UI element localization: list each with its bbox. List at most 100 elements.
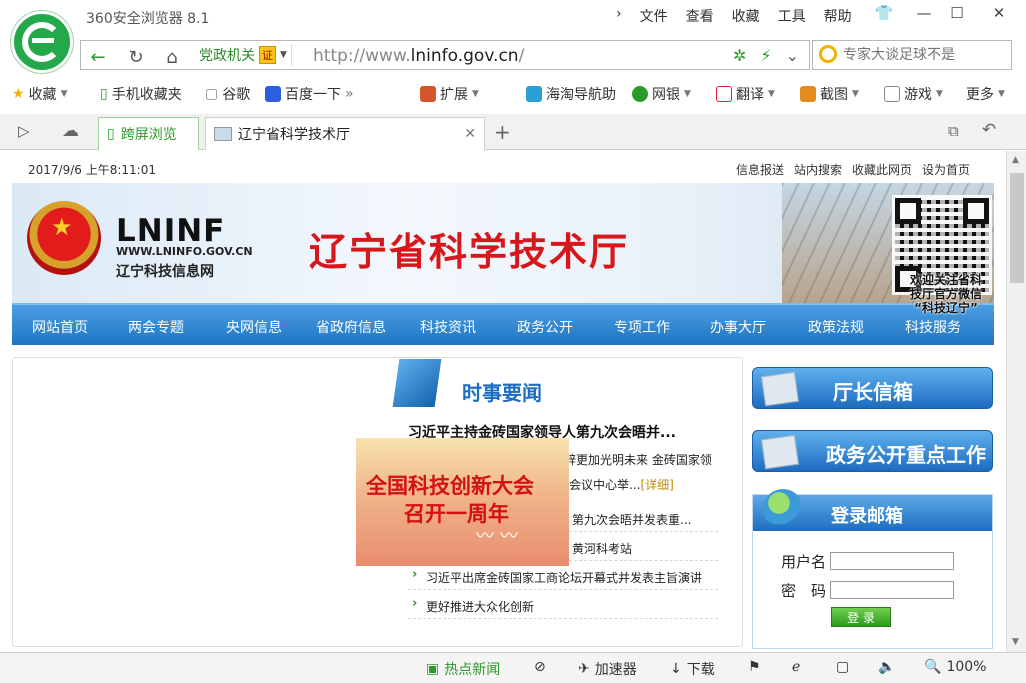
scrollbar-thumb[interactable] bbox=[1010, 173, 1024, 283]
menu-nav-arrow[interactable]: › bbox=[607, 6, 631, 26]
site-logo-cn: 辽宁科技信息网 bbox=[116, 264, 214, 280]
password-label: 密 码 bbox=[781, 582, 827, 600]
top-link-bookmark[interactable]: 收藏此网页 bbox=[852, 161, 912, 178]
scroll-up-icon[interactable]: ▲ bbox=[1012, 155, 1019, 165]
chevron-down-icon: ▼ bbox=[998, 89, 1005, 99]
username-field[interactable] bbox=[830, 552, 954, 570]
password-field[interactable] bbox=[830, 581, 954, 599]
nav-home[interactable]: 网站首页 bbox=[32, 317, 88, 337]
envelope-icon bbox=[761, 371, 799, 407]
sidebar-toggle-icon[interactable]: ▷ bbox=[18, 122, 30, 140]
zoom-level: 100% bbox=[946, 659, 987, 675]
page-datetime: 2017/9/6 上午8:11:01 bbox=[28, 163, 156, 177]
menu-help[interactable]: 帮助 bbox=[815, 6, 861, 26]
bookmark-haitao[interactable]: 海淘导航助 bbox=[526, 84, 616, 104]
top-link-submit[interactable]: 信息报送 bbox=[736, 161, 784, 178]
promo-banner[interactable]: 全国科技创新大会 召开一周年 〰〰 bbox=[356, 438, 569, 566]
nav-special-work[interactable]: 专项工作 bbox=[614, 317, 670, 337]
chevron-down-icon: ▼ bbox=[60, 89, 68, 99]
bookmark-more[interactable]: 更多 ▼ bbox=[966, 84, 1005, 104]
ie-mode-icon[interactable]: ℯ bbox=[792, 659, 800, 675]
bookmark-favorites[interactable]: ★ 收藏 ▼ bbox=[12, 84, 67, 104]
nav-tech-service[interactable]: 科技服务 bbox=[905, 317, 961, 337]
maximize-button[interactable]: ☐ bbox=[943, 4, 971, 22]
zoom-control[interactable]: 🔍 100% bbox=[924, 659, 986, 675]
hot-news-button[interactable]: ▣ 热点新闻 bbox=[426, 659, 500, 679]
menu-view[interactable]: 查看 bbox=[677, 6, 723, 26]
login-button[interactable]: 登 录 bbox=[831, 607, 891, 627]
phone-icon: ▯ bbox=[100, 86, 108, 102]
bookmark-banking[interactable]: 网银 ▼ bbox=[632, 84, 691, 104]
list-item[interactable]: 更好推进大众化创新 bbox=[408, 590, 718, 619]
page-viewport: 2017/9/6 上午8:11:01 信息报送 站内搜索 收藏此网页 设为首页 … bbox=[0, 151, 1006, 652]
scroll-down-icon[interactable]: ▼ bbox=[1012, 637, 1019, 647]
download-button[interactable]: ↓ 下载 bbox=[670, 659, 715, 679]
volume-icon[interactable]: 🔈 bbox=[878, 659, 895, 675]
bookmark-extensions[interactable]: 扩展 ▼ bbox=[420, 84, 479, 104]
bookmark-mobile[interactable]: ▯ 手机收藏夹 bbox=[100, 84, 182, 104]
top-link-homepage[interactable]: 设为首页 bbox=[922, 161, 970, 178]
nav-policy[interactable]: 政策法规 bbox=[808, 317, 864, 337]
accelerator-label: 加速器 bbox=[594, 662, 637, 678]
bookmark-translate[interactable]: 翻译 ▼ bbox=[716, 84, 775, 104]
network-icon[interactable]: ⊘ bbox=[534, 659, 546, 675]
search-icon[interactable] bbox=[819, 45, 837, 63]
nav-gov-affairs[interactable]: 政务公开 bbox=[517, 317, 573, 337]
menu-favorites[interactable]: 收藏 bbox=[723, 6, 769, 26]
shopping-bag-icon bbox=[526, 86, 542, 102]
menu-file[interactable]: 文件 bbox=[631, 6, 677, 26]
url-field[interactable]: http://www.lninfo.gov.cn/ bbox=[313, 46, 524, 66]
nav-two-sessions[interactable]: 两会专题 bbox=[128, 317, 184, 337]
nav-central-gov[interactable]: 央网信息 bbox=[226, 317, 282, 337]
document-icon bbox=[761, 434, 799, 470]
scissors-icon bbox=[800, 86, 816, 102]
status-bar: ▣ 热点新闻 ⊘ ✈ 加速器 ↓ 下载 ⚑ ℯ ▢ 🔈 🔍 100% bbox=[0, 652, 1026, 683]
speed-mode-icon[interactable]: ⚡ bbox=[760, 46, 771, 65]
news-summary-text: 会议中心举... bbox=[569, 478, 641, 492]
undo-close-icon[interactable]: ↶ bbox=[982, 120, 996, 140]
cloud-icon[interactable]: ☁ bbox=[62, 121, 79, 141]
bookmark-screenshot[interactable]: 截图 ▼ bbox=[800, 84, 859, 104]
globe-news-icon bbox=[392, 359, 442, 407]
flag-icon[interactable]: ⚑ bbox=[748, 659, 761, 675]
bookmark-google[interactable]: ▢ 谷歌 bbox=[205, 84, 250, 104]
accelerator-button[interactable]: ✈ 加速器 bbox=[578, 659, 637, 679]
new-tab-button[interactable]: + bbox=[494, 120, 511, 144]
title-bar: 360安全浏览器 8.1 › 文件 查看 收藏 工具 帮助 👕 — ☐ ✕ bbox=[0, 0, 1026, 36]
back-icon[interactable]: ← bbox=[85, 47, 111, 68]
gov-verification-tag[interactable]: 党政机关 证 ▼ bbox=[195, 44, 292, 66]
translate-icon bbox=[716, 86, 732, 102]
refresh-icon[interactable]: ↻ bbox=[123, 47, 149, 68]
skin-icon[interactable]: 👕 bbox=[870, 4, 898, 22]
gov-open-button[interactable]: 政务公开重点工作 bbox=[752, 430, 993, 472]
nav-provincial-gov[interactable]: 省政府信息 bbox=[316, 317, 386, 337]
username-label: 用户名 bbox=[781, 553, 827, 571]
minimize-button[interactable]: — bbox=[910, 4, 938, 22]
search-input[interactable] bbox=[843, 45, 1008, 65]
home-icon[interactable]: ⌂ bbox=[159, 47, 185, 68]
tab-active[interactable]: 辽宁省科学技术厅 ✕ bbox=[205, 117, 485, 150]
address-icons: ✲ ⚡ ⌄ bbox=[733, 46, 799, 65]
grid-icon bbox=[420, 86, 436, 102]
tab-split-screen[interactable]: ▯ 跨屏浏览 bbox=[98, 117, 199, 150]
vertical-scrollbar[interactable]: ▲ ▼ bbox=[1006, 151, 1026, 652]
close-window-button[interactable]: ✕ bbox=[985, 4, 1013, 22]
rocket-icon: ✈ bbox=[578, 661, 590, 677]
gov-open-label: 政务公开重点工作 bbox=[826, 443, 986, 467]
top-link-search[interactable]: 站内搜索 bbox=[794, 161, 842, 178]
close-tab-icon[interactable]: ✕ bbox=[464, 126, 476, 142]
list-item-text: 更好推进大众化创新 bbox=[426, 600, 535, 614]
zoom-icon: 🔍 bbox=[924, 659, 942, 675]
nav-service-hall[interactable]: 办事大厅 bbox=[710, 317, 766, 337]
chevron-down-icon[interactable]: ⌄ bbox=[786, 46, 799, 65]
bookmark-baidu[interactable]: 百度一下» bbox=[265, 84, 354, 104]
nav-tech-news[interactable]: 科技资讯 bbox=[420, 317, 476, 337]
site-logo-url: WWW.LNINFO.GOV.CN bbox=[116, 245, 253, 258]
director-mailbox-button[interactable]: 厅长信箱 bbox=[752, 367, 993, 409]
news-more-link[interactable]: [详细] bbox=[640, 478, 673, 492]
bookmark-games[interactable]: 游戏 ▼ bbox=[884, 84, 943, 104]
loading-icon[interactable]: ✲ bbox=[733, 46, 746, 65]
window-icon[interactable]: ▢ bbox=[836, 659, 849, 675]
menu-tools[interactable]: 工具 bbox=[769, 6, 815, 26]
tab-list-icon[interactable]: ⧉ bbox=[948, 122, 959, 140]
